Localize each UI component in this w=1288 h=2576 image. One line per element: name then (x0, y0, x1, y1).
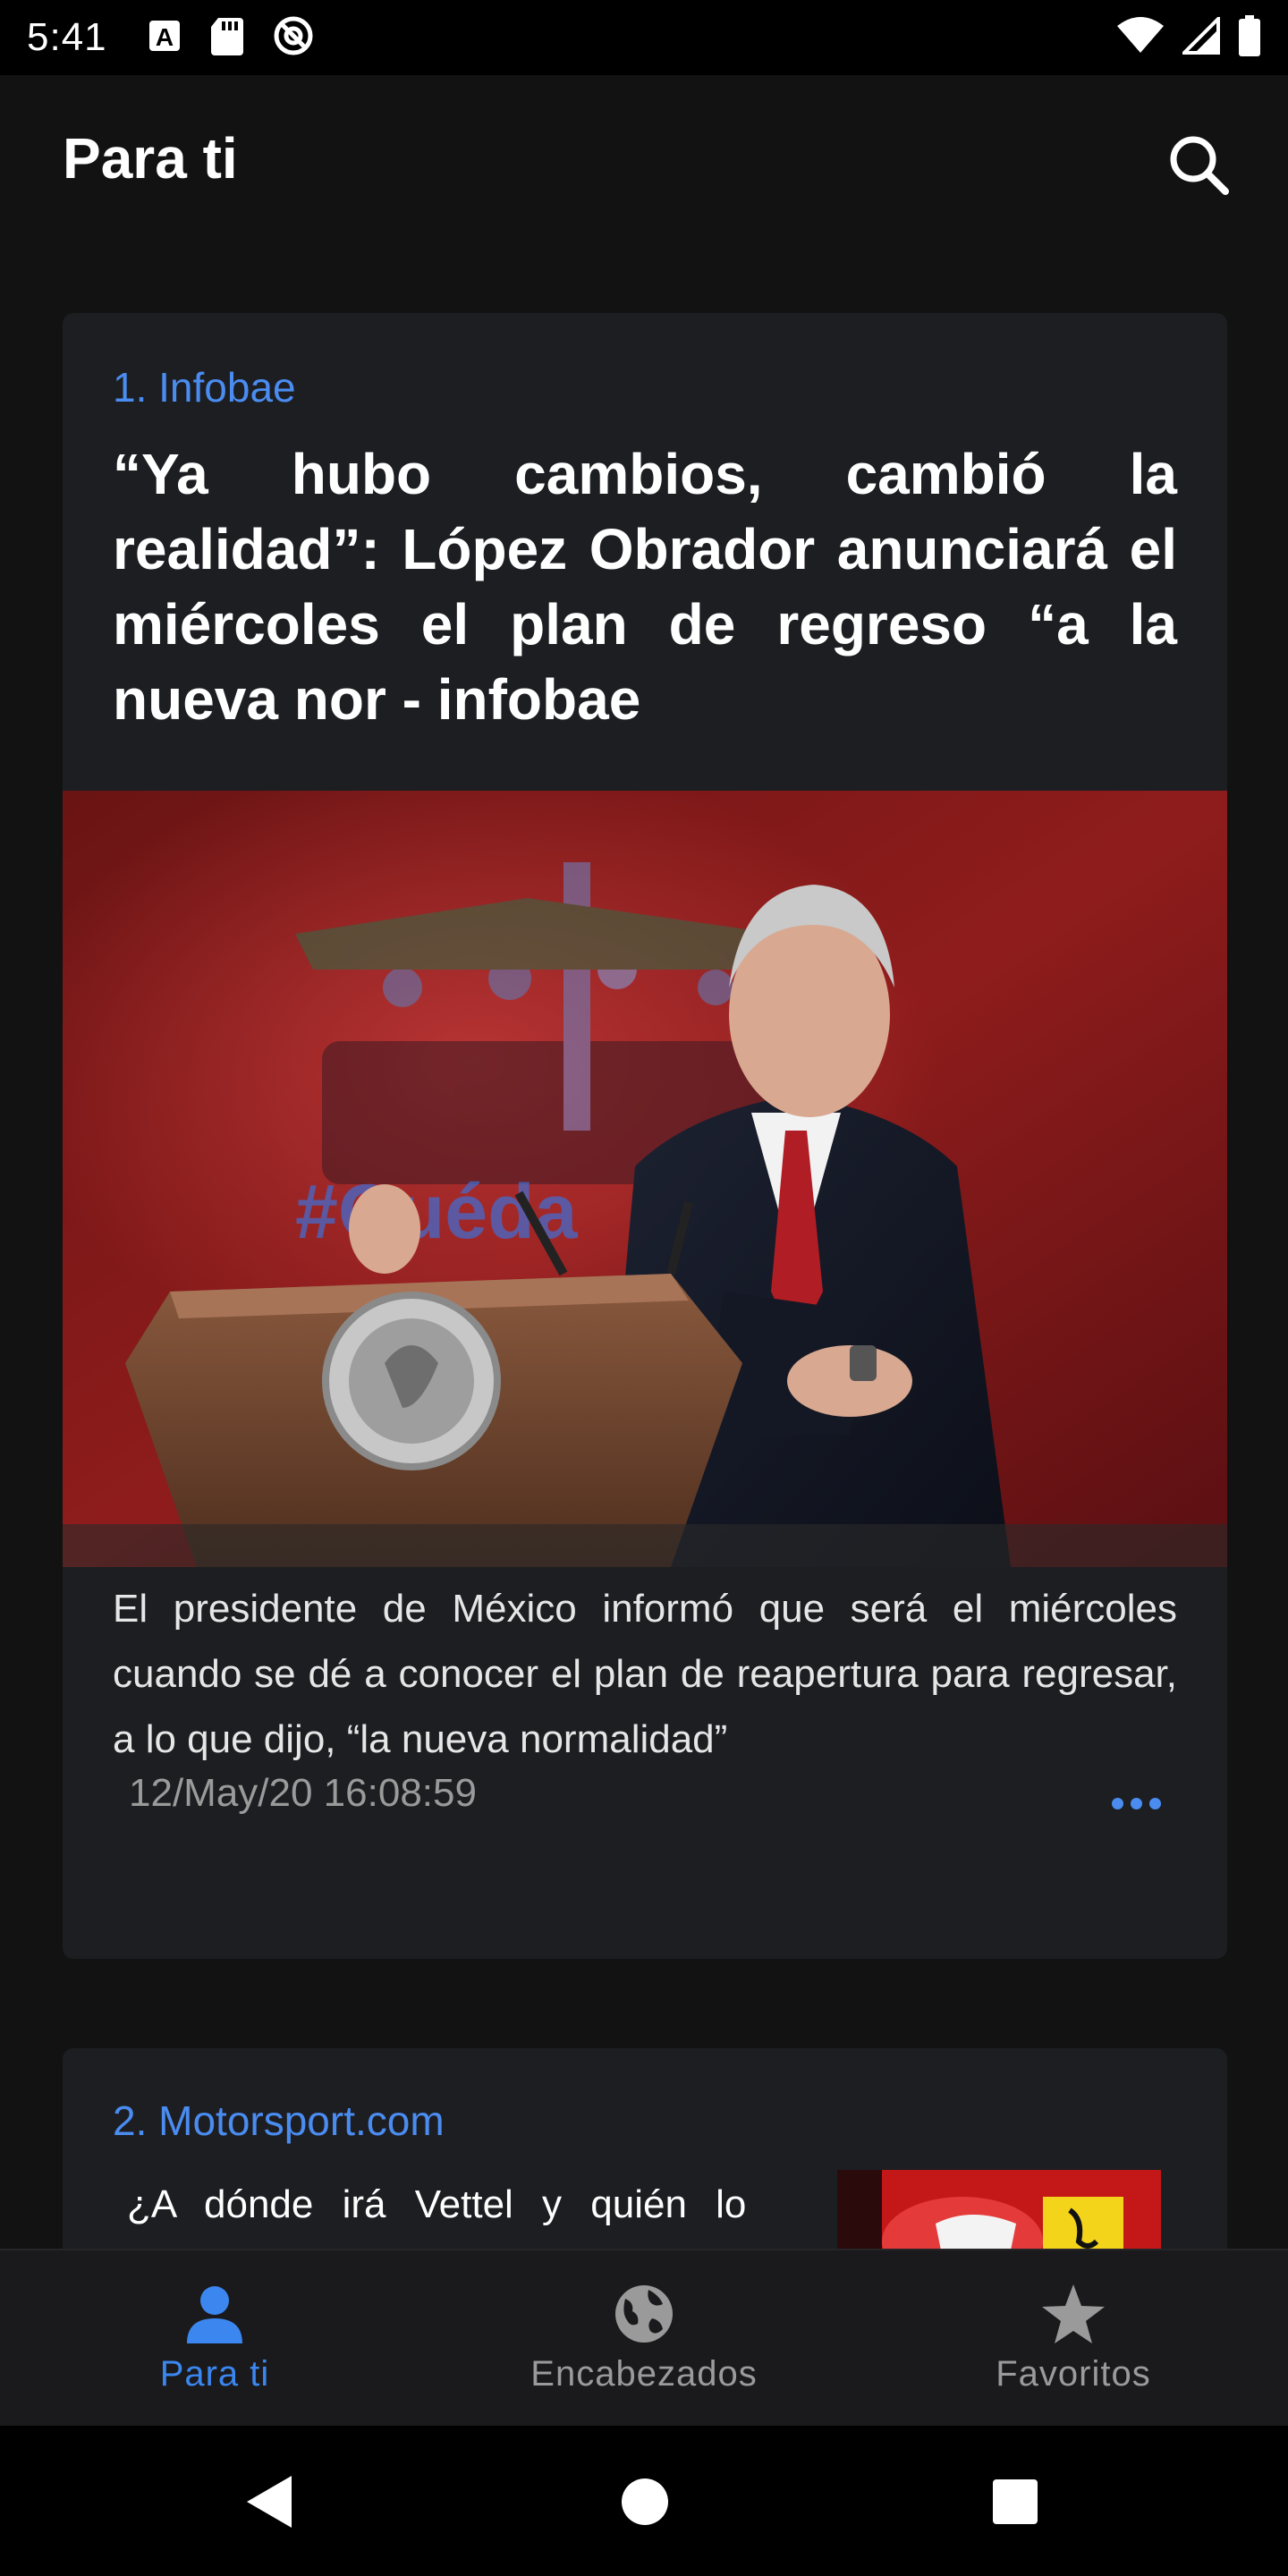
page-title: Para ti (63, 126, 238, 191)
back-triangle-icon (247, 2476, 292, 2528)
more-options-button[interactable] (1100, 1776, 1172, 1830)
status-bar: 5:41 A (0, 0, 1288, 75)
article-card[interactable]: 1. Infobae “Ya hubo cambios, cambió la r… (63, 313, 1227, 1959)
article-timestamp: 12/May/20 16:08:59 (129, 1771, 477, 1815)
cell-signal-icon (1180, 13, 1220, 59)
app-bar: Para ti (0, 75, 1288, 245)
article-image[interactable]: #Quéda (63, 791, 1227, 1567)
article-source[interactable]: 2. Motorsport.com (113, 2097, 445, 2145)
wifi-icon (1116, 16, 1165, 59)
recents-button[interactable] (984, 2470, 1046, 2533)
article-headline[interactable]: “Ya hubo cambios, cambió la realidad”: L… (113, 436, 1177, 737)
nav-label-para-ti: Para ti (159, 2354, 270, 2394)
recents-square-icon (993, 2479, 1038, 2524)
sd-card-icon (209, 16, 245, 60)
article-summary[interactable]: El presidente de México informó que será… (113, 1576, 1177, 1772)
nav-item-favoritos[interactable]: Favoritos (859, 2250, 1288, 2426)
news-feed[interactable]: 1. Infobae “Ya hubo cambios, cambió la r… (0, 245, 1288, 2249)
article-source[interactable]: 1. Infobae (113, 363, 296, 411)
svg-text:#Quéda: #Quéda (295, 1169, 579, 1255)
nav-item-para-ti[interactable]: Para ti (0, 2250, 429, 2426)
battery-icon (1238, 14, 1261, 61)
article-thumbnail[interactable] (837, 2170, 1161, 2249)
nav-label-encabezados: Encabezados (530, 2354, 758, 2394)
nav-item-encabezados[interactable]: Encabezados (429, 2250, 859, 2426)
svg-text:A: A (156, 23, 174, 51)
system-navigation-bar (0, 2426, 1288, 2576)
search-icon (1170, 136, 1229, 195)
more-dots-icon (1111, 1797, 1123, 1809)
person-icon (187, 2286, 242, 2343)
home-circle-icon (622, 2479, 668, 2525)
font-a-icon: A (147, 18, 182, 58)
no-sync-icon (272, 14, 315, 62)
search-button[interactable] (1163, 129, 1234, 200)
star-icon (1042, 2284, 1105, 2343)
article-headline[interactable]: ¿A dónde irá Vettel y quién lo (127, 2174, 869, 2236)
status-right-icons (1116, 13, 1261, 61)
home-button[interactable] (614, 2470, 676, 2533)
bottom-navigation: Para ti Encabezados Favoritos (0, 2249, 1288, 2426)
status-time: 5:41 (27, 15, 107, 59)
article-card[interactable]: 2. Motorsport.com ¿A dónde irá Vettel y … (63, 2048, 1227, 2249)
back-button[interactable] (240, 2470, 302, 2533)
globe-icon (615, 2285, 673, 2343)
nav-label-favoritos: Favoritos (996, 2354, 1151, 2394)
